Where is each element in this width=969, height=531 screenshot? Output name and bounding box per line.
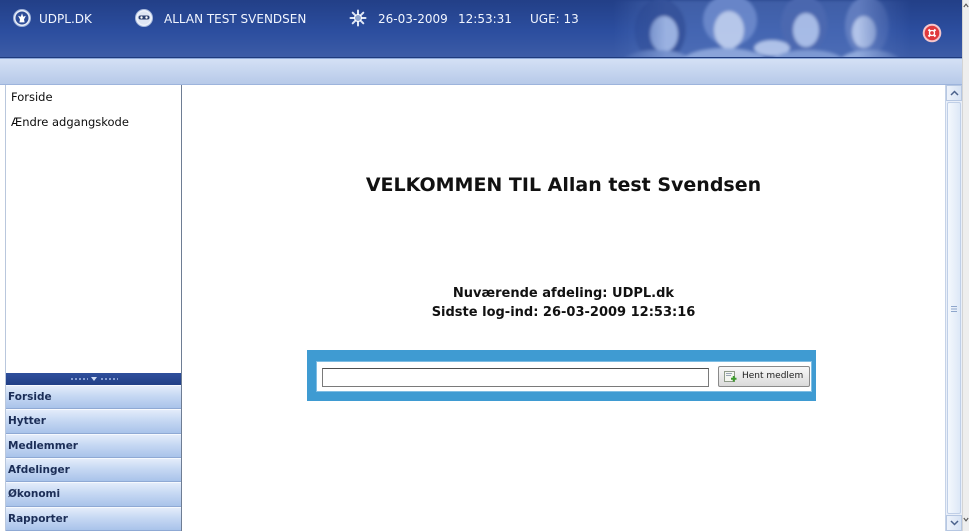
toolbar-band [0,58,962,85]
fetch-member-icon [724,370,737,383]
grip-icon [951,306,957,312]
sidebar: Forside Ændre adgangskode Forside Hytter… [5,85,181,531]
menu-item-okonomi[interactable]: Økonomi [6,482,181,507]
sidebar-link-forside[interactable]: Forside [11,90,53,104]
main-scrollbar[interactable] [945,85,962,531]
chevron-up-icon [963,2,969,8]
fetch-member-button[interactable]: Hent medlem [718,366,810,387]
window-scroll-down-button[interactable] [963,515,969,523]
menu-item-rapporter[interactable]: Rapporter [6,506,181,531]
chevron-up-icon [949,90,959,96]
scrollbar-thumb[interactable] [947,102,961,514]
window-scrollbar[interactable] [962,0,969,531]
logo-icon [13,9,31,27]
user-label: ALLAN TEST SVENDSEN [164,12,307,26]
sidebar-splitter[interactable] [6,373,181,385]
fetch-member-label: Hent medlem [742,371,804,381]
chevron-down-icon [90,377,97,381]
sidebar-menu: Forside Hytter Medlemmer Afdelinger Økon… [6,385,181,531]
header-banner-photo [612,0,912,57]
page-title: VELKOMMEN TIL Allan test Svendsen [365,174,762,196]
chevron-down-icon [949,520,959,526]
last-login: Sidste log-ind: 26-03-2009 12:53:16 [431,305,696,320]
menu-item-forside[interactable]: Forside [6,385,181,410]
menu-item-medlemmer[interactable]: Medlemmer [6,433,181,458]
top-header: UDPL.DK ALLAN TEST SVENDSEN 26-03-2009 1… [0,0,962,58]
user-icon [135,9,153,27]
menu-item-hytter[interactable]: Hytter [6,409,181,434]
app-window: UDPL.DK ALLAN TEST SVENDSEN 26-03-2009 1… [0,0,969,531]
session-date: 26-03-2009 [378,12,448,26]
member-search-input[interactable] [322,368,709,387]
sidebar-link-change-password[interactable]: Ændre adgangskode [11,115,129,129]
settings-icon [349,9,367,27]
splitter-dots [69,378,88,380]
logout-button[interactable] [922,23,942,43]
scroll-up-button[interactable] [946,85,962,101]
menu-item-afdelinger[interactable]: Afdelinger [6,457,181,483]
member-search-panel: Hent medlem [307,350,816,401]
week-number: UGE: 13 [530,12,579,26]
current-department: Nuværende afdeling: UDPL.dk [452,286,675,301]
sidebar-links-panel: Forside Ændre adgangskode [6,85,181,373]
scroll-down-button[interactable] [946,515,962,531]
main-content: VELKOMMEN TIL Allan test Svendsen Nuvære… [181,85,945,531]
site-label: UDPL.DK [39,12,92,26]
chevron-down-icon [963,517,969,522]
session-time: 12:53:31 [458,12,512,26]
window-scroll-up-button[interactable] [963,1,969,9]
logout-icon [922,23,942,43]
splitter-dots [99,378,118,380]
